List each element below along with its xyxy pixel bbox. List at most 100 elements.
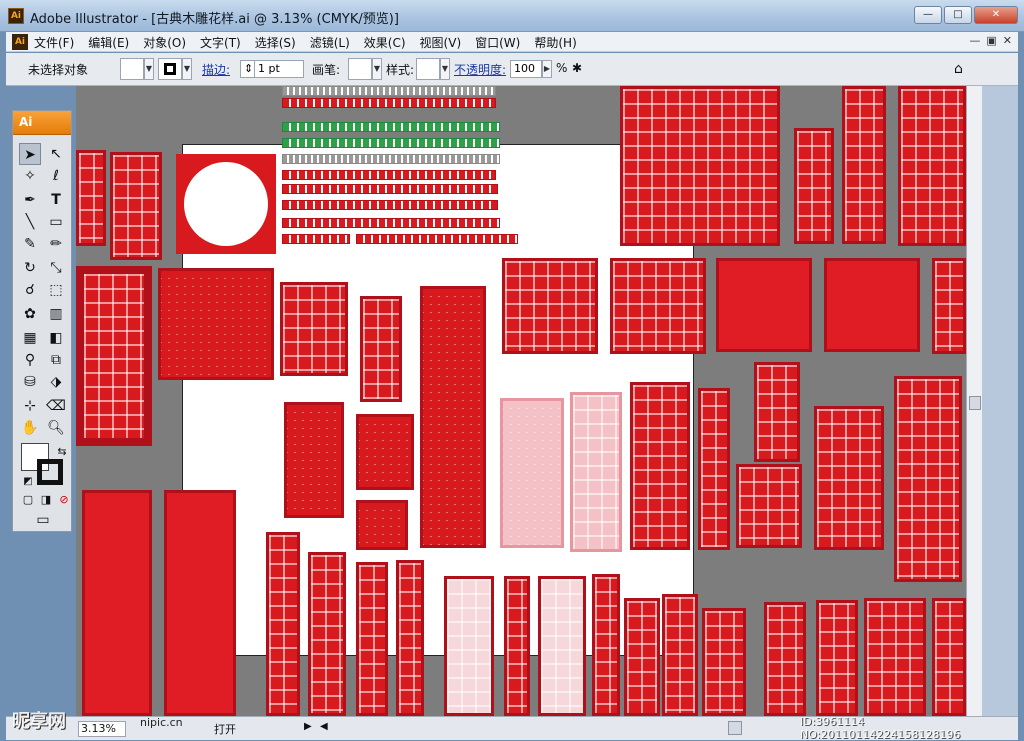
line-tool-icon[interactable]: ╲ xyxy=(19,211,41,233)
border-strip[interactable] xyxy=(356,234,518,244)
graph-tool-icon[interactable]: ▥ xyxy=(45,303,67,325)
ornament-panel[interactable] xyxy=(356,500,408,550)
rotate-tool-icon[interactable]: ↻ xyxy=(19,257,41,279)
vertical-scroll-thumb[interactable] xyxy=(969,396,981,410)
maximize-button[interactable]: □ xyxy=(944,6,972,24)
ornament-panel[interactable] xyxy=(932,598,966,716)
border-strip[interactable] xyxy=(282,138,500,148)
border-strip[interactable] xyxy=(282,218,500,228)
opacity-field[interactable]: 100 xyxy=(510,60,542,78)
close-button[interactable]: ✕ xyxy=(974,6,1018,24)
ornament-panel[interactable] xyxy=(82,490,152,716)
border-strip[interactable] xyxy=(282,200,498,210)
ornament-panel[interactable] xyxy=(502,258,598,354)
free-transform-tool-icon[interactable]: ⬚ xyxy=(45,279,67,301)
none-mode-icon[interactable]: ⊘ xyxy=(53,489,75,511)
menu-window[interactable]: 窗口(W) xyxy=(475,34,520,51)
ornament-panel[interactable] xyxy=(610,258,706,354)
selection-tool-icon[interactable]: ➤ xyxy=(19,143,41,165)
ornament-panel[interactable] xyxy=(794,128,834,244)
stroke-spinner[interactable]: ⇕ xyxy=(240,60,254,78)
ornament-panel[interactable] xyxy=(356,414,414,490)
border-strip[interactable] xyxy=(282,86,496,96)
ornament-panel[interactable] xyxy=(702,608,746,716)
ornament-panel[interactable] xyxy=(280,282,348,376)
vertical-scrollbar[interactable] xyxy=(966,86,982,716)
mesh-tool-icon[interactable]: ▦ xyxy=(19,327,41,349)
status-menu-arrow-icon[interactable]: ▶ xyxy=(304,721,312,732)
scroll-left-icon[interactable]: ◀ xyxy=(320,721,328,732)
stroke-swatch[interactable] xyxy=(158,58,182,80)
eraser-tool-icon[interactable]: ⌫ xyxy=(45,395,67,417)
eyedropper-tool-icon[interactable]: ⚲ xyxy=(19,349,41,371)
doc-close-button[interactable]: ✕ xyxy=(1003,34,1012,47)
menu-file[interactable]: 文件(F) xyxy=(34,34,74,51)
ornament-panel[interactable] xyxy=(504,576,530,716)
opacity-dropdown[interactable]: ▶ xyxy=(542,60,552,78)
ornament-panel[interactable] xyxy=(630,382,690,550)
ornament-panel[interactable] xyxy=(698,388,730,550)
ornament-panel[interactable] xyxy=(420,286,486,548)
slice-tool-icon[interactable]: ⊹ xyxy=(19,395,41,417)
scale-tool-icon[interactable]: ⤡ xyxy=(45,257,67,279)
ornament-panel[interactable] xyxy=(624,598,660,716)
pen-tool-icon[interactable]: ✒ xyxy=(19,189,41,211)
horizontal-scroll-thumb[interactable] xyxy=(728,721,742,735)
ornament-panel[interactable] xyxy=(444,576,494,716)
ornament-panel[interactable] xyxy=(764,602,806,716)
ornament-panel[interactable] xyxy=(76,266,152,446)
menu-filter[interactable]: 滤镜(L) xyxy=(310,34,350,51)
ornament-panel[interactable] xyxy=(110,152,162,260)
menu-help[interactable]: 帮助(H) xyxy=(534,34,576,51)
ornament-panel[interactable] xyxy=(894,376,962,582)
menu-effect[interactable]: 效果(C) xyxy=(364,34,406,51)
stroke-dropdown[interactable]: ▼ xyxy=(182,58,192,80)
pencil-tool-icon[interactable]: ✏ xyxy=(45,233,67,255)
style-swatch[interactable] xyxy=(416,58,440,80)
zoom-field[interactable]: 3.13% xyxy=(78,721,126,737)
direct-selection-tool-icon[interactable]: ↖ xyxy=(45,143,67,165)
swap-colors-icon[interactable]: ⇆ xyxy=(51,441,73,463)
ornament-panel[interactable] xyxy=(932,258,966,354)
live-paint-selection-tool-icon[interactable]: ⬗ xyxy=(45,371,67,393)
border-strip[interactable] xyxy=(282,154,500,164)
ornament-panel[interactable] xyxy=(360,296,402,402)
ornament-panel[interactable] xyxy=(500,398,564,548)
blend-tool-icon[interactable]: ⧉ xyxy=(45,349,67,371)
ornament-panel[interactable] xyxy=(716,258,812,352)
type-tool-icon[interactable]: T xyxy=(45,189,67,211)
ornament-panel[interactable] xyxy=(538,576,586,716)
menu-edit[interactable]: 编辑(E) xyxy=(88,34,129,51)
recolor-icon[interactable]: ✱ xyxy=(572,61,582,75)
doc-minimize-button[interactable]: — xyxy=(969,34,980,47)
ornament-panel[interactable] xyxy=(898,86,966,246)
bridge-icon[interactable]: ⌂ xyxy=(954,61,963,77)
opacity-label[interactable]: 不透明度: xyxy=(454,61,506,78)
stroke-label[interactable]: 描边: xyxy=(202,61,230,78)
fill-swatch[interactable] xyxy=(120,58,144,80)
ornament-panel[interactable] xyxy=(864,598,926,716)
doc-restore-button[interactable]: ▣ xyxy=(986,34,996,47)
zoom-tool-icon[interactable]: 🔍︎ xyxy=(45,417,67,439)
ornament-panel[interactable] xyxy=(356,562,388,716)
ornament-panel[interactable] xyxy=(754,362,800,462)
ornament-panel[interactable] xyxy=(736,464,802,548)
ornament-panel[interactable] xyxy=(816,600,858,716)
ornament-panel[interactable] xyxy=(824,258,920,352)
ornament-panel[interactable] xyxy=(620,86,780,246)
menu-object[interactable]: 对象(O) xyxy=(143,34,186,51)
ornament-panel[interactable] xyxy=(308,552,346,716)
hand-tool-icon[interactable]: ✋ xyxy=(19,417,41,439)
ornament-panel[interactable] xyxy=(814,406,884,550)
ornament-panel[interactable] xyxy=(592,574,620,716)
live-paint-bucket-tool-icon[interactable]: ⛁ xyxy=(19,371,41,393)
border-strip[interactable] xyxy=(282,170,496,180)
minimize-button[interactable]: — xyxy=(914,6,942,24)
lasso-tool-icon[interactable]: ℓ xyxy=(45,165,67,187)
screen-mode-icon[interactable]: ▭ xyxy=(31,509,55,531)
border-strip[interactable] xyxy=(282,234,350,244)
ornament-panel[interactable] xyxy=(662,594,698,716)
menu-view[interactable]: 视图(V) xyxy=(420,34,462,51)
menu-select[interactable]: 选择(S) xyxy=(255,34,296,51)
brush-swatch[interactable] xyxy=(348,58,372,80)
